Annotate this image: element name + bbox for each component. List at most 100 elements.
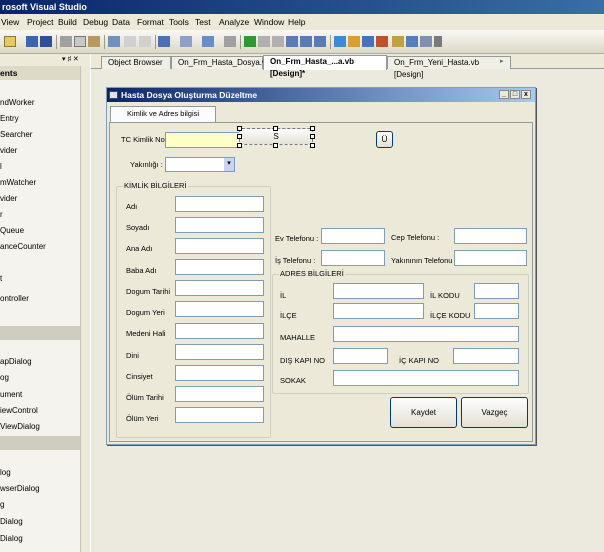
yakin-telefonu-input[interactable] [454,250,527,266]
soyadi-input[interactable] [175,217,264,233]
ana-adi-input[interactable] [175,238,264,254]
toolbox-item[interactable]: iewControl [0,406,38,415]
save-icon[interactable] [26,36,38,47]
navigate-icon[interactable] [202,36,214,47]
toolbox-item[interactable]: Queue [0,226,24,235]
menu-debug[interactable]: Debug [83,17,108,27]
menu-window[interactable]: Window [254,17,284,27]
toolbox-item[interactable]: ndWorker [0,98,35,107]
toolbox-group-header[interactable] [0,326,80,340]
toolbox-item[interactable]: r [0,210,3,219]
olum-yeri-input[interactable] [175,407,264,423]
toolbox-item[interactable]: vider [0,194,17,203]
toolbox-item[interactable]: Dialog [0,534,23,543]
resize-handle[interactable] [237,126,242,131]
ic-kapi-input[interactable] [453,348,519,364]
resize-handle[interactable] [310,134,315,139]
undo-icon[interactable] [158,36,170,47]
resize-handle[interactable] [273,143,278,148]
toolbox-item[interactable]: ontroller [0,294,29,303]
start-page-icon[interactable] [406,36,418,47]
cep-telefonu-input[interactable] [454,228,527,244]
yakinlik-select[interactable]: ▾ [165,157,235,172]
toolbox-item[interactable]: g [0,500,4,509]
minimize-icon[interactable]: _ [499,90,509,99]
toolbox-icon[interactable] [376,36,388,47]
toolbox-item[interactable]: log [0,468,11,477]
menu-help[interactable]: Help [288,17,305,27]
cut-icon[interactable] [60,36,72,47]
comment-icon[interactable] [124,36,136,47]
menu-project[interactable]: Project [27,17,53,27]
paste-icon[interactable] [88,36,100,47]
toolbox-item[interactable]: vider [0,146,17,155]
tab-hasta-design[interactable]: On_Frm_Hasta_...a.vb [Design]* [263,55,387,78]
dogum-tarihi-input[interactable] [175,280,264,296]
dogum-yeri-input[interactable] [175,301,264,317]
dini-input[interactable] [175,344,264,360]
new-project-icon[interactable] [4,36,16,47]
menu-data[interactable]: Data [112,17,130,27]
object-browser-icon[interactable] [362,36,374,47]
resize-handle[interactable] [310,143,315,148]
toolbox-group-title[interactable]: ents [0,66,80,80]
toolbox-item[interactable]: mWatcher [0,178,36,187]
tab-object-browser[interactable]: Object Browser [101,56,171,69]
stop-icon[interactable] [272,36,284,47]
resize-handle[interactable] [273,126,278,131]
menu-tools[interactable]: Tools [169,17,189,27]
maximize-icon[interactable]: □ [510,90,520,99]
adi-input[interactable] [175,196,264,212]
toolbox-scrollbar[interactable] [80,66,90,552]
is-telefonu-input[interactable] [321,250,385,266]
baba-adi-input[interactable] [175,259,264,275]
step-out-icon[interactable] [314,36,326,47]
command-window-icon[interactable] [420,36,432,47]
find-icon[interactable] [108,36,120,47]
step-into-icon[interactable] [286,36,298,47]
medeni-hali-input[interactable] [175,323,264,339]
pause-icon[interactable] [258,36,270,47]
toolbox-item[interactable]: t [0,274,2,283]
pin-icon[interactable]: ▾ ♯ ✕ [62,55,79,63]
ev-telefonu-input[interactable] [321,228,385,244]
menu-build[interactable]: Build [58,17,77,27]
menu-view[interactable]: View [1,17,19,27]
toolbox-item[interactable]: Entry [0,114,19,123]
cinsiyet-input[interactable] [175,365,264,381]
copy-icon[interactable] [74,36,86,47]
close-icon[interactable]: x [521,90,531,99]
toolbox-item[interactable]: Dialog [0,517,23,526]
u-button[interactable]: Ü [376,131,393,148]
kaydet-button[interactable]: Kaydet [390,397,457,428]
ilce-kodu-input[interactable] [474,303,519,319]
menu-test[interactable]: Test [195,17,211,27]
ilce-input[interactable] [333,303,424,319]
toolbox-item[interactable]: og [0,373,9,382]
chevron-down-icon[interactable]: ▾ [224,158,234,171]
navigate-forward-icon[interactable] [224,36,236,47]
start-debug-icon[interactable] [244,36,256,47]
tab-hasta-dosya-code[interactable]: On_Frm_Hasta_Dosya.vb* [171,56,274,69]
tc-kimlik-input[interactable] [165,132,241,148]
resize-handle[interactable] [310,126,315,131]
toolbox-item[interactable]: Searcher [0,130,32,139]
save-all-icon[interactable] [40,36,52,47]
menu-analyze[interactable]: Analyze [219,17,249,27]
il-kodu-input[interactable] [474,283,519,299]
tab-scroll-icon[interactable]: ▸ [500,57,504,65]
solution-explorer-icon[interactable] [334,36,346,47]
il-input[interactable] [333,283,424,299]
toolbox-item[interactable]: wserDialog [0,484,40,493]
toolbox-item[interactable]: ViewDialog [0,422,40,431]
toolbar-overflow-icon[interactable] [434,36,442,47]
uncomment-icon[interactable] [139,36,151,47]
olum-tarihi-input[interactable] [175,386,264,402]
toolbox-item[interactable]: apDialog [0,357,32,366]
toolbox-item[interactable]: ument [0,390,22,399]
resize-handle[interactable] [237,143,242,148]
tab-yeni-hasta-design[interactable]: On_Frm_Yeni_Hasta.vb [Design] [387,56,511,79]
dis-kapi-input[interactable] [333,348,388,364]
step-over-icon[interactable] [300,36,312,47]
properties-icon[interactable] [348,36,360,47]
